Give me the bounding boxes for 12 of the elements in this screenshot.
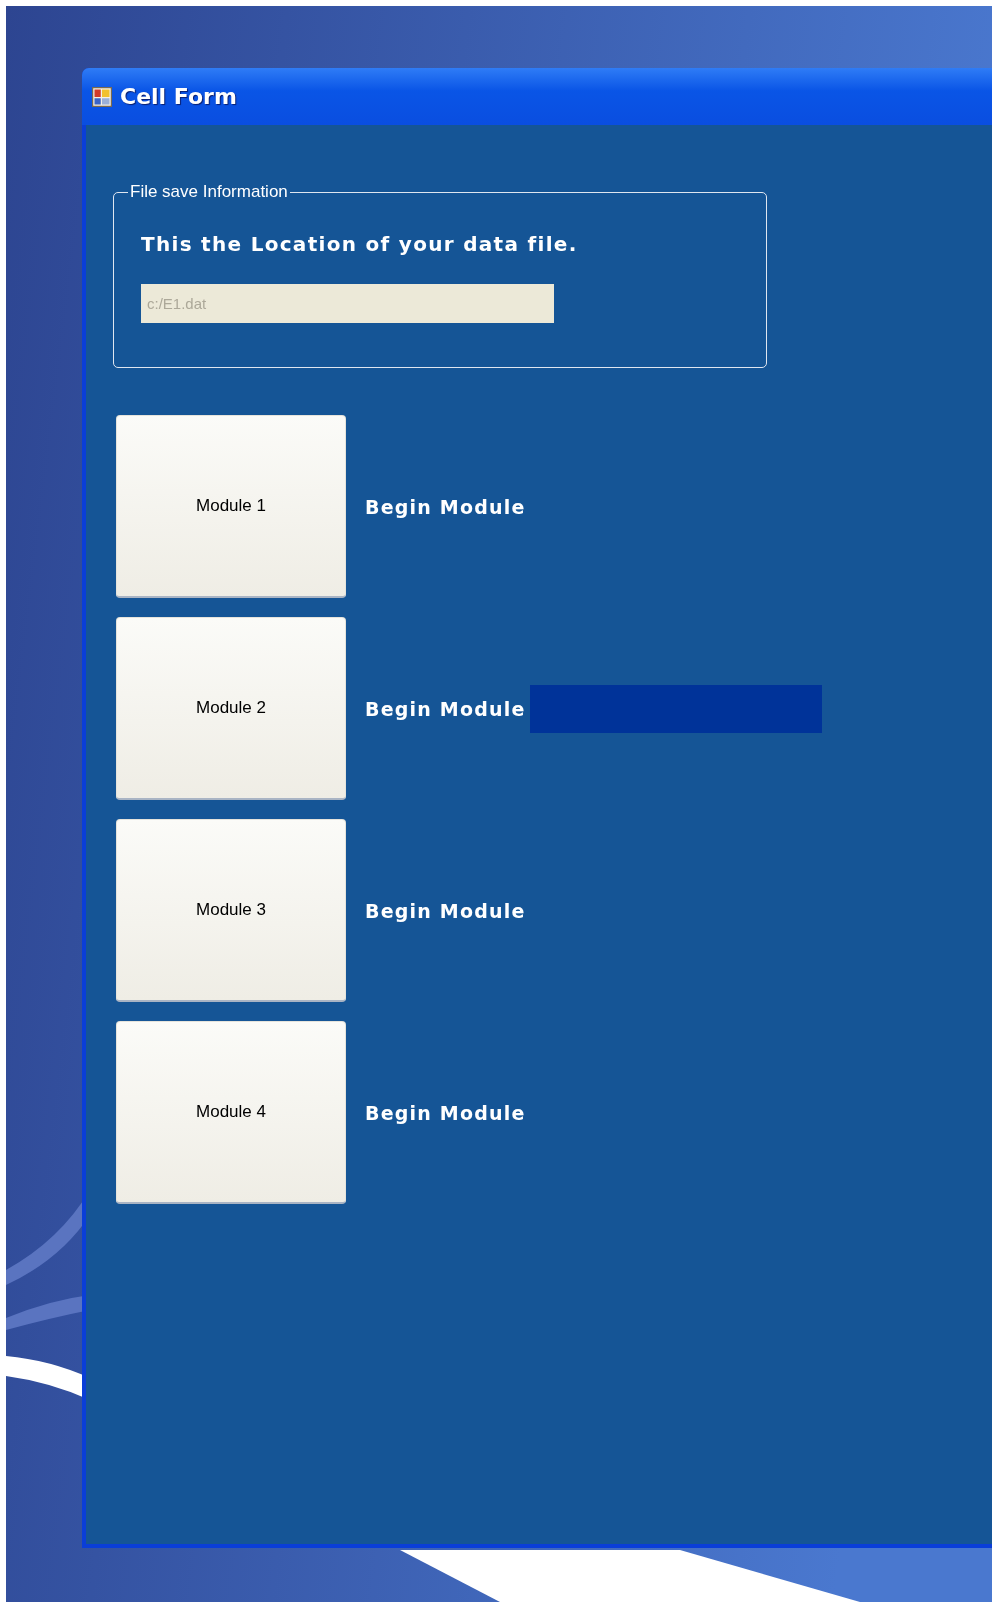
- module-label: Begin Module: [365, 1101, 526, 1124]
- module-label: Begin Module: [365, 495, 526, 518]
- app-icon: [92, 86, 112, 107]
- location-heading: This the Location of your data file.: [141, 232, 579, 256]
- window-title: Cell Form: [120, 84, 237, 109]
- module-label: Begin Module: [365, 697, 526, 720]
- module-button[interactable]: Module 4: [116, 1021, 346, 1204]
- group-legend: File save Information: [128, 182, 290, 202]
- module-label: Begin Module: [365, 899, 526, 922]
- module-button[interactable]: Module 3: [116, 819, 346, 1002]
- module-button[interactable]: Module 2: [116, 617, 346, 800]
- module-button[interactable]: Module 1: [116, 415, 346, 598]
